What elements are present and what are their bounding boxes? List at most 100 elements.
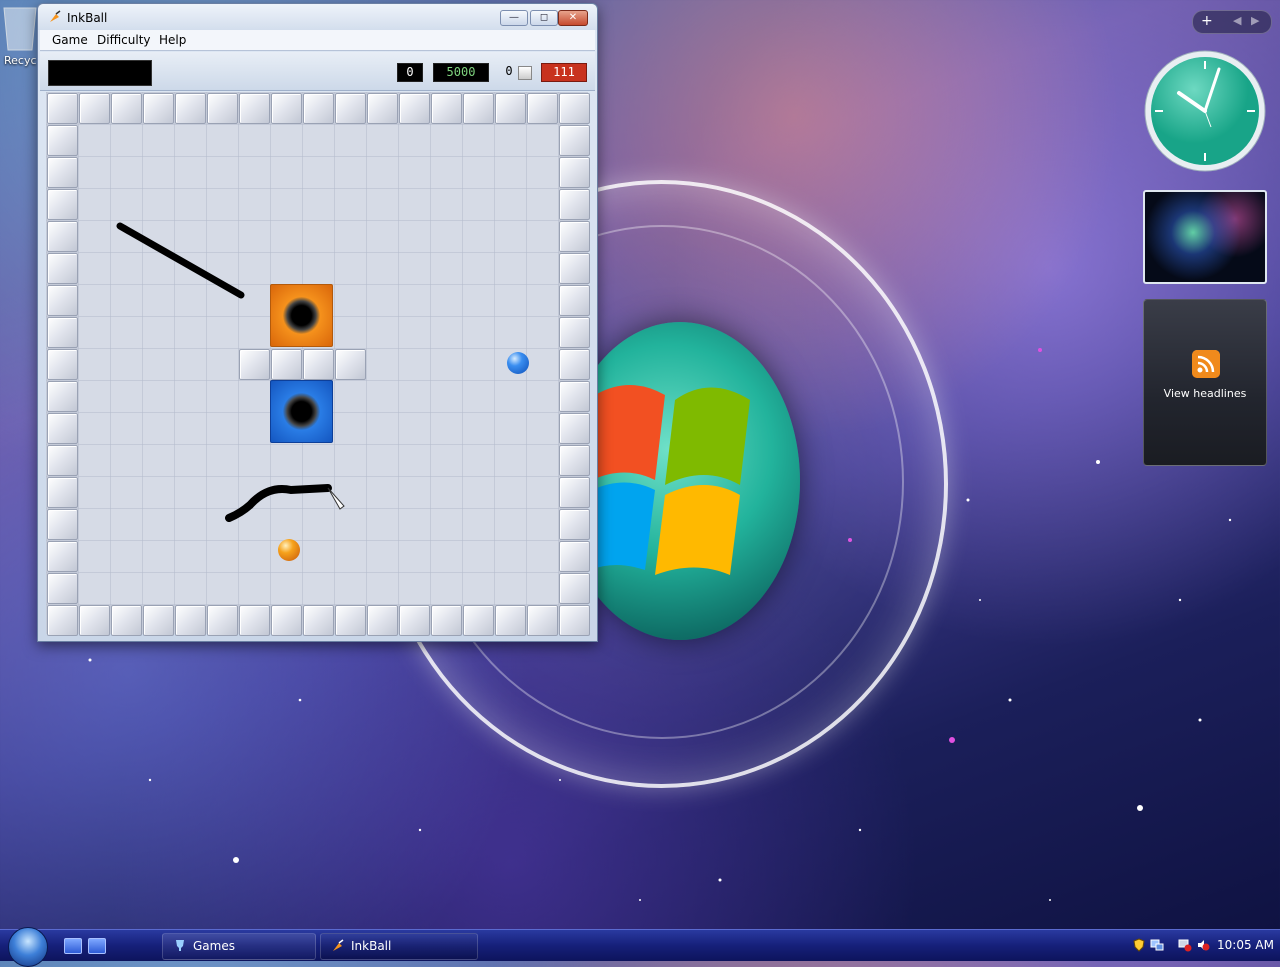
inkball-window: InkBall — ◻ ✕ Game Difficulty Help 0 500… [37,3,598,642]
view-headlines-label[interactable]: View headlines [1144,387,1266,400]
inkball-task-icon [333,939,344,951]
wall-tile [239,349,270,380]
recycle-bin-icon[interactable]: Recyc [0,0,40,70]
wall-tile [111,605,142,636]
wall-tile [47,189,78,220]
wall-tile [143,93,174,124]
wall-tile [79,605,110,636]
task-games-label: Games [193,939,235,953]
sidebar-toolbar: + ◀ ▶ [1192,10,1272,34]
ball-count-swatch [518,66,532,80]
blue-hole [270,380,333,443]
wall-tile [271,93,302,124]
wall-tile [559,125,590,156]
network-disconnected-icon[interactable] [1178,938,1192,952]
wall-tile [559,93,590,124]
wall-tile [527,93,558,124]
rss-icon [1192,350,1220,378]
restore-button[interactable]: ◻ [530,10,558,26]
menu-game[interactable]: Game [52,33,88,47]
wall-tile [303,93,334,124]
volume-muted-icon[interactable] [1196,938,1210,952]
title-bar[interactable]: InkBall — ◻ ✕ [38,4,597,30]
show-desktop-icon[interactable] [64,938,82,954]
security-shield-icon[interactable] [1132,938,1146,952]
games-icon [176,940,184,951]
wall-tile [271,349,302,380]
wall-tile [527,605,558,636]
task-inkball-label: InkBall [351,939,392,953]
wall-tile [79,93,110,124]
wall-tile [559,317,590,348]
wall-tile [431,93,462,124]
slideshow-gadget[interactable] [1143,190,1267,284]
wall-tile [559,221,590,252]
wall-tile [47,125,78,156]
recycle-bin-label: Recyc [4,54,37,67]
analog-clock-icon[interactable] [1143,49,1267,173]
wall-tile [175,93,206,124]
switch-windows-icon[interactable] [88,938,106,954]
wall-tile [399,605,430,636]
wall-tile [559,349,590,380]
wall-tile [47,157,78,188]
wall-tile [559,477,590,508]
wall-tile [559,573,590,604]
wall-tile [559,509,590,540]
wall-tile [47,541,78,572]
wall-tile [239,93,270,124]
points-counter: 111 [541,63,587,82]
wall-tile [47,253,78,284]
wall-tile [143,605,174,636]
pen-cursor-icon [327,487,345,510]
minimize-button[interactable]: — [500,10,528,26]
feed-headlines-gadget[interactable]: View headlines [1143,299,1267,466]
wall-tile [559,605,590,636]
wall-tile [335,93,366,124]
close-button[interactable]: ✕ [558,10,588,26]
wall-tile [47,477,78,508]
orange-ball [278,539,300,561]
wall-tile [271,605,302,636]
wall-tile [47,605,78,636]
next-gadget-icon[interactable]: ▶ [1251,14,1259,27]
wall-tile [559,413,590,444]
ball-count: 0 [505,64,513,78]
wall-tile [367,93,398,124]
wall-tile [559,189,590,220]
time-counter: 5000 [433,63,489,82]
windows-flag-logo [590,385,750,575]
score-counter: 0 [397,63,423,82]
window-title: InkBall [67,11,108,25]
task-games[interactable]: Games [162,933,316,960]
ink-stroke-curve [225,484,332,522]
wall-tile [47,93,78,124]
wall-tile [47,445,78,476]
menu-help[interactable]: Help [159,33,186,47]
wall-tile [399,93,430,124]
menu-bar: Game Difficulty Help [40,30,595,51]
start-button[interactable] [8,927,48,967]
blue-hole-pit [283,393,320,430]
task-inkball[interactable]: InkBall [320,933,478,960]
taskbar-clock[interactable]: 10:05 AM [1217,938,1274,952]
menu-difficulty[interactable]: Difficulty [97,33,151,47]
wall-tile [495,605,526,636]
wall-tile [367,605,398,636]
orange-hole [270,284,333,347]
ink-stroke-straight [116,222,245,299]
orange-hole-pit [283,297,320,334]
network-icon[interactable] [1150,938,1164,952]
wall-tile [111,93,142,124]
wall-tile [47,349,78,380]
wall-tile [559,381,590,412]
wall-tile [559,541,590,572]
wall-tile [207,605,238,636]
message-display [48,60,152,86]
wall-tile [303,605,334,636]
game-board[interactable] [46,92,590,636]
wall-tile [47,317,78,348]
add-gadget-icon[interactable]: + [1201,13,1213,29]
wall-tile [207,93,238,124]
previous-gadget-icon[interactable]: ◀ [1233,14,1241,27]
